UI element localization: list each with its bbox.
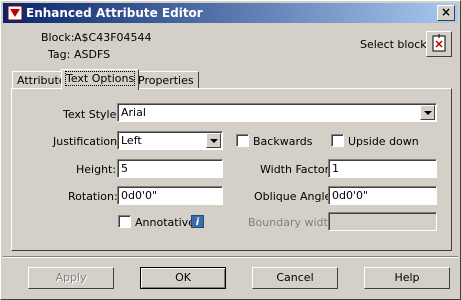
height-label: Height: [76, 163, 117, 176]
width-factor-value: 1 [332, 162, 339, 175]
select-block-label: Select block [360, 38, 427, 51]
select-object-icon [432, 34, 446, 52]
annotative-checkbox[interactable] [118, 215, 131, 228]
apply-label: Apply [55, 271, 87, 284]
info-icon[interactable]: i [191, 215, 204, 228]
tab-properties-label: Properties [138, 74, 194, 87]
justification-select[interactable]: Left [117, 131, 223, 150]
rotation-input[interactable]: 0d0'0" [117, 186, 223, 205]
ok-button[interactable]: OK [140, 267, 226, 289]
tab-text-options-label: Text Options [64, 71, 136, 86]
oblique-angle-label: Oblique Angle: [254, 190, 335, 203]
rotation-label: Rotation: [68, 190, 118, 203]
cancel-button[interactable]: Cancel [252, 267, 338, 289]
help-label: Help [394, 271, 420, 284]
height-input[interactable]: 5 [117, 159, 223, 178]
tab-properties[interactable]: Properties [133, 71, 199, 89]
chevron-down-icon[interactable] [420, 105, 435, 120]
tag-label: Tag: [48, 48, 71, 61]
width-factor-label: Width Factor: [260, 163, 333, 176]
block-label: Block: [41, 31, 75, 44]
help-button[interactable]: Help [364, 267, 450, 289]
upside-down-label: Upside down [348, 135, 419, 148]
height-value: 5 [121, 162, 128, 175]
oblique-angle-value: 0d0'0" [332, 189, 369, 202]
cancel-label: Cancel [276, 271, 314, 284]
boundary-width-input [328, 212, 437, 231]
oblique-angle-input[interactable]: 0d0'0" [328, 186, 437, 205]
apply-button[interactable]: Apply [28, 267, 114, 289]
dialog-window: Enhanced Attribute Editor × Block: A$C43… [0, 0, 461, 300]
justification-label: Justification: [53, 135, 121, 148]
tag-value: ASDFS [74, 48, 111, 61]
text-style-select[interactable]: Arial [117, 103, 437, 122]
rotation-value: 0d0'0" [121, 189, 158, 202]
boundary-width-label: Boundary width: [248, 216, 339, 229]
width-factor-input[interactable]: 1 [328, 159, 437, 178]
backwards-checkbox[interactable] [236, 134, 249, 147]
text-style-label: Text Style: [63, 108, 121, 121]
title-bar[interactable]: Enhanced Attribute Editor × [3, 3, 458, 23]
select-block-button[interactable] [426, 31, 452, 57]
window-title: Enhanced Attribute Editor [26, 6, 203, 20]
ok-label: OK [175, 271, 191, 284]
close-icon: × [440, 5, 452, 19]
close-button[interactable]: × [437, 5, 455, 21]
justification-value: Left [121, 134, 142, 147]
upside-down-checkbox[interactable] [331, 134, 344, 147]
tab-attribute-label: Attribute [17, 74, 66, 87]
backwards-label: Backwards [253, 135, 313, 148]
text-style-value: Arial [121, 106, 146, 119]
block-value: A$C43F04544 [74, 31, 152, 44]
tab-text-options[interactable]: Text Options [61, 69, 140, 90]
chevron-down-icon[interactable] [206, 133, 221, 148]
app-icon [7, 5, 23, 21]
annotative-label: Annotative [135, 216, 195, 229]
divider [3, 256, 458, 258]
